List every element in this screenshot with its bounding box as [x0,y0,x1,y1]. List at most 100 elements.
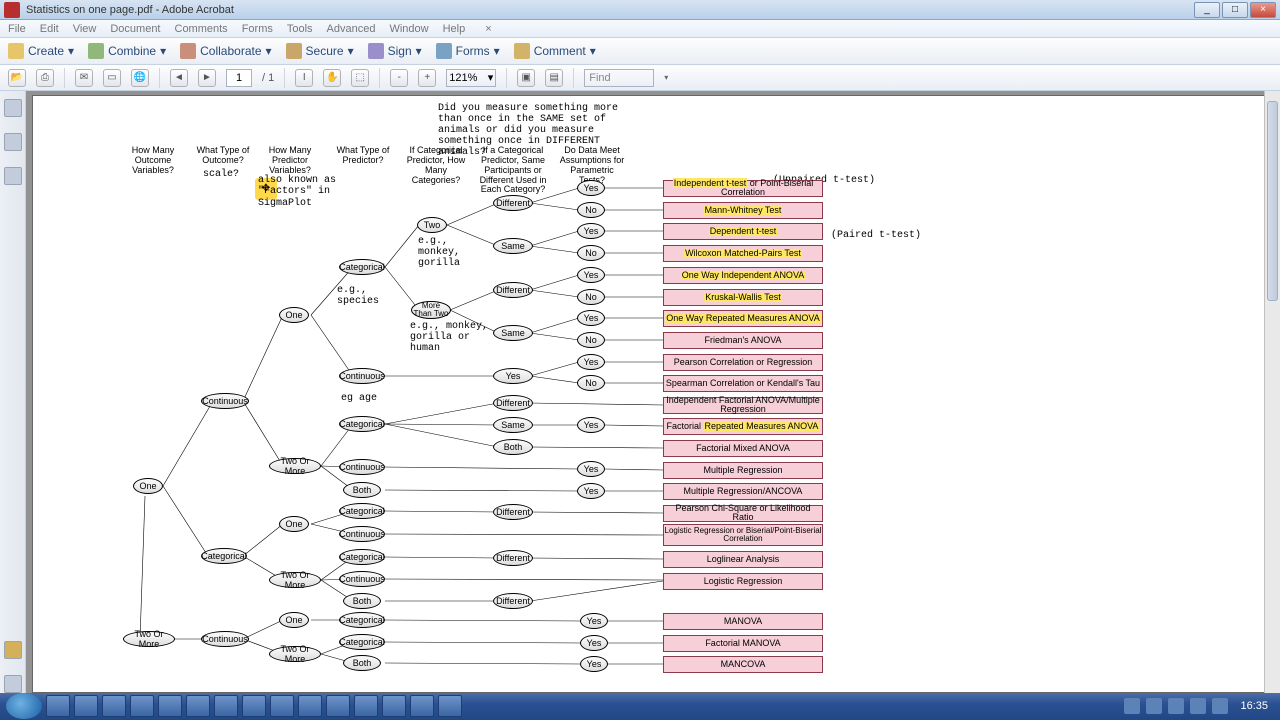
hand-icon[interactable]: ✋ [323,69,341,87]
bookmarks-panel-icon[interactable] [4,133,22,151]
page-input[interactable] [226,69,252,87]
node-more-than-two: More Than Two [411,301,451,319]
task-app-3[interactable] [130,695,154,717]
menu-view[interactable]: View [73,23,97,35]
page-icon[interactable]: ▭ [103,69,121,87]
taskbar: 16:35 [0,693,1280,720]
task-app-6[interactable] [214,695,238,717]
node-one-b: One [279,307,309,323]
comment-button[interactable]: Comment ▾ [514,43,596,59]
web-icon[interactable]: 🌐 [131,69,149,87]
node-cat-3: Categorical [339,503,385,519]
open-icon[interactable]: 📂 [8,69,26,87]
task-app-9[interactable] [298,695,322,717]
page-total: / 1 [262,72,274,84]
res-12: Factorial Repeated Measures ANOVA [663,418,823,435]
menu-window[interactable]: Window [389,23,428,35]
maximize-button[interactable]: □ [1222,2,1248,18]
close-button[interactable]: × [1250,2,1276,18]
combine-button[interactable]: Combine ▾ [88,43,166,59]
res-3: Dependent t-test [663,223,823,240]
toolbar-nav: 📂 ⎙ ✉ ▭ 🌐 ◄ ► / 1 I ✋ ⬚ - + 121% ▾ ▣ ▤ F… [0,65,1280,90]
tray-icon-2[interactable] [1146,698,1162,714]
next-page-icon[interactable]: ► [198,69,216,87]
res-5: One Way Independent ANOVA [663,267,823,284]
taskbar-clock[interactable]: 16:35 [1234,700,1274,712]
task-explorer[interactable] [46,695,70,717]
menu-comments[interactable]: Comments [175,23,228,35]
menu-forms[interactable]: Forms [242,23,273,35]
marquee-icon[interactable]: ⬚ [351,69,369,87]
task-app-11[interactable] [354,695,378,717]
fit-page-icon[interactable]: ▣ [517,69,535,87]
node-both-3: Both [343,655,381,671]
res-21: Factorial MANOVA [663,635,823,652]
task-app-4[interactable] [158,695,182,717]
signatures-panel-icon[interactable] [4,167,22,185]
task-app-12[interactable] [382,695,406,717]
yn-1y: Yes [577,180,605,196]
comment-icon [514,43,530,59]
tray-icon-1[interactable] [1124,698,1140,714]
task-app-8[interactable] [270,695,294,717]
node-both-2: Both [343,593,381,609]
tray-icon-3[interactable] [1168,698,1184,714]
node-two: Two [417,217,447,233]
res-6: Kruskal-Wallis Test [663,289,823,306]
attachments-panel-icon[interactable] [4,675,22,693]
menu-tools[interactable]: Tools [287,23,313,35]
res-4: Wilcoxon Matched-Pairs Test [663,245,823,262]
node-diff-2: Different [493,282,533,298]
task-app-5[interactable] [186,695,210,717]
zoom-box[interactable]: 121% ▾ [446,69,496,87]
acrobat-icon [4,2,20,18]
menu-file[interactable]: File [8,23,26,35]
document-viewport[interactable]: Did you measure something more than once… [26,91,1280,693]
forms-button[interactable]: Forms ▾ [436,43,500,59]
find-box[interactable]: Find [584,69,654,87]
node-one-d: One [279,612,309,628]
task-app-14[interactable] [438,695,462,717]
task-app-1[interactable] [74,695,98,717]
select-icon[interactable]: I [295,69,313,87]
tray-volume-icon[interactable] [1212,698,1228,714]
zoom-in-icon[interactable]: + [418,69,436,87]
node-continuous-b: Continuous [201,631,249,647]
scrollbar-vertical[interactable] [1264,91,1280,693]
res-22: MANCOVA [663,656,823,673]
menu-document[interactable]: Document [110,23,160,35]
task-app-13[interactable] [410,695,434,717]
scrollbar-thumb[interactable] [1267,101,1278,301]
node-same-3: Same [493,417,533,433]
res-8: Friedman's ANOVA [663,332,823,349]
create-button[interactable]: Create ▾ [8,43,74,59]
email-icon[interactable]: ✉ [75,69,93,87]
yn-b2: Yes [580,635,608,651]
prev-page-icon[interactable]: ◄ [170,69,188,87]
task-app-10[interactable] [326,695,350,717]
sign-button[interactable]: Sign ▾ [368,43,422,59]
fit-width-icon[interactable]: ▤ [545,69,563,87]
tab-close[interactable]: × [479,23,497,35]
task-app-7[interactable] [242,695,266,717]
menu-edit[interactable]: Edit [40,23,59,35]
node-same-1: Same [493,238,533,254]
res-19: Logistic Regression [663,573,823,590]
node-cat-2: Categorical [339,416,385,432]
node-cont-3: Continuous [339,526,385,542]
secure-button[interactable]: Secure ▾ [286,43,354,59]
menu-advanced[interactable]: Advanced [327,23,376,35]
start-button[interactable] [6,693,42,719]
comments-panel-icon[interactable] [4,641,22,659]
tray-network-icon[interactable] [1190,698,1206,714]
task-app-2[interactable] [102,695,126,717]
yn-b1: Yes [580,613,608,629]
print-icon[interactable]: ⎙ [36,69,54,87]
zoom-out-icon[interactable]: - [390,69,408,87]
menu-help[interactable]: Help [443,23,466,35]
node-two-or-more-c: Two Or More [269,572,321,588]
collaborate-button[interactable]: Collaborate ▾ [180,43,271,59]
minimize-button[interactable]: _ [1194,2,1220,18]
pages-panel-icon[interactable] [4,99,22,117]
res-16: Pearson Chi-Square or Likelihood Ratio [663,505,823,522]
